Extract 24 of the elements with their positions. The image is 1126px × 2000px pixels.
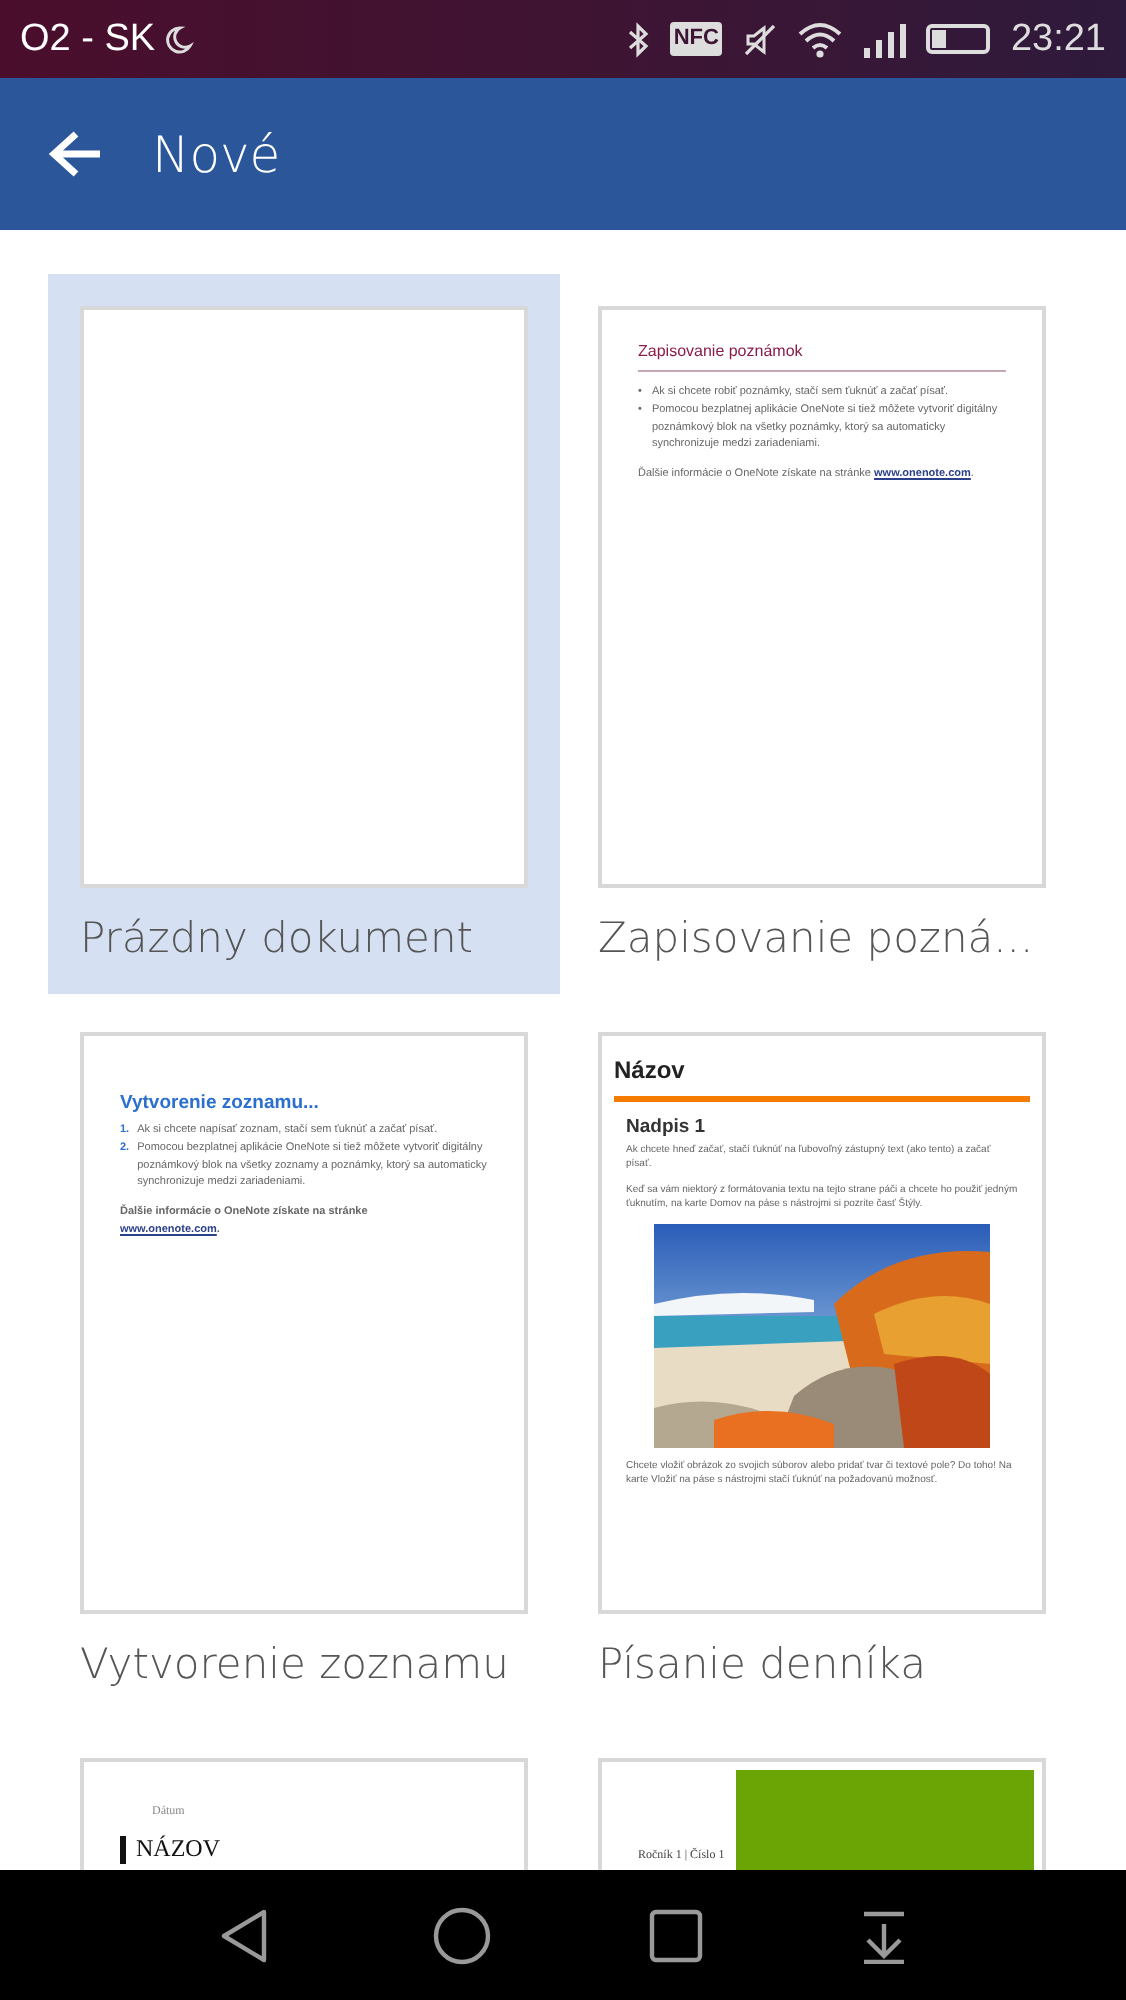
mute-icon [742,21,779,57]
preview-heading: NÁZOV [136,1834,220,1864]
preview-subheading: Nadpis 1 [626,1116,708,1138]
template-name: Vytvorenie zoznamu [80,1640,511,1688]
template-name: Zapisovanie pozná... [598,914,1036,962]
accent-bar [120,1835,126,1863]
carrier-name: O2 - SK [20,17,156,61]
clock: 23:21 [1010,17,1106,61]
wifi-icon [798,21,843,57]
template-name: Prázdny dokument [80,914,475,962]
preview-heading: Názov [614,1056,1030,1102]
bluetooth-icon [625,21,650,57]
moon-icon [161,23,194,55]
recent-apps-icon[interactable] [647,1907,704,1963]
battery-icon [926,24,991,54]
signal-icon [862,21,907,57]
preview-heading: Zapisovanie poznámok [638,338,1006,372]
screen-title: Nové [152,125,281,183]
preview-heading: Vytvorenie zoznamu... [120,1092,321,1114]
template-tile[interactable]: Prázdny dokument [48,274,560,994]
template-name: Písanie denníka [598,1640,928,1688]
back-arrow-icon[interactable] [48,128,104,180]
nfc-icon: NFC [669,22,723,56]
home-icon[interactable] [430,1903,495,1967]
